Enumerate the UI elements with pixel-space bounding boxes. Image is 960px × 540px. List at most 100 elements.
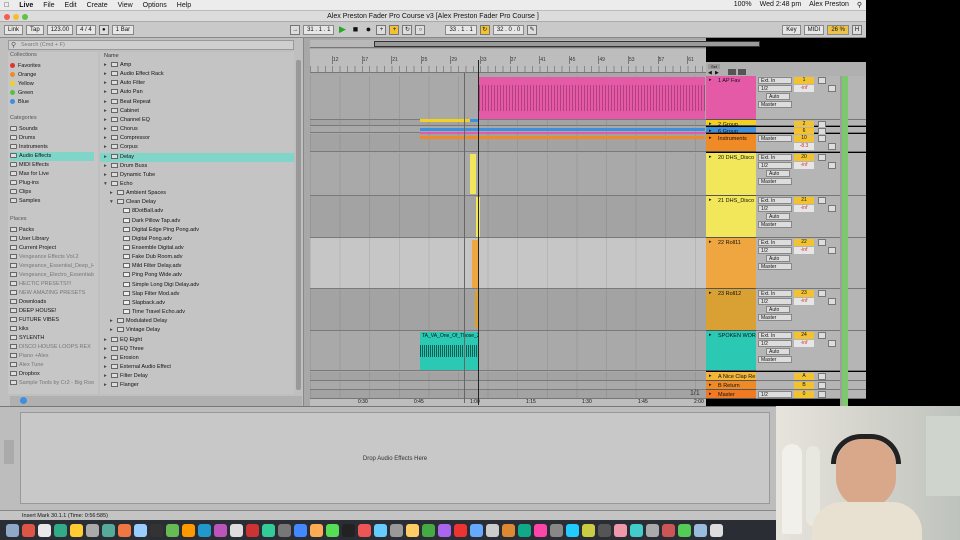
place-downloads[interactable]: Downloads xyxy=(10,298,94,307)
track-header-20-dhs-disco[interactable]: ▸ 20 DHS_Disco xyxy=(706,153,756,196)
browser-item-dark-pillow-tap-adv[interactable]: Dark Pillow Tap.adv xyxy=(116,217,180,226)
track-header-instruments[interactable]: ▸ Instruments xyxy=(706,134,756,152)
browser-item-slap-filter-mod-adv[interactable]: Slap Filter Mod.adv xyxy=(116,290,179,299)
category-drums[interactable]: Drums xyxy=(10,134,94,143)
dock-app-icon[interactable] xyxy=(246,523,259,537)
browser-search-input[interactable]: Search (Cmd + F) xyxy=(8,40,294,50)
menu-edit[interactable]: Edit xyxy=(65,2,77,9)
volume-field[interactable]: -inf xyxy=(794,205,814,212)
arm-button[interactable] xyxy=(828,162,836,169)
output-select[interactable]: Master xyxy=(758,263,792,270)
chevron-right-icon[interactable]: ▸ xyxy=(104,171,111,180)
record-button[interactable]: ● xyxy=(363,24,373,35)
track-activator-button[interactable]: B xyxy=(794,382,814,389)
dock-app-icon[interactable] xyxy=(534,523,547,537)
volume-field[interactable]: -inf xyxy=(794,298,814,305)
menu-file[interactable]: File xyxy=(43,2,54,9)
browser-item-ping-pong-wide-adv[interactable]: Ping Pong Wide.adv xyxy=(116,271,182,280)
place-piano-alex[interactable]: Piano +Alex xyxy=(10,352,94,361)
place-kiks[interactable]: kiks xyxy=(10,325,94,334)
collection-yellow[interactable]: Yellow xyxy=(10,80,94,89)
track-fold-icon[interactable]: ▸ xyxy=(709,197,712,203)
output-select[interactable]: Master xyxy=(758,314,792,321)
close-window-icon[interactable] xyxy=(4,14,10,20)
browser-item-auto-filter[interactable]: ▸ Auto Filter xyxy=(104,79,145,88)
browser-item-vintage-delay[interactable]: ▸ Vintage Delay xyxy=(110,326,160,335)
reenable-automation-icon[interactable]: ↻ xyxy=(402,24,413,35)
track-lane-20-dhs-disco[interactable] xyxy=(310,153,706,196)
search-icon[interactable]: ⚲ xyxy=(857,1,862,9)
track-activator-button[interactable]: 21 xyxy=(794,197,814,204)
browser-item-digital-pong-adv[interactable]: Digital Pong.adv xyxy=(116,235,172,244)
volume-field[interactable]: -inf xyxy=(794,247,814,254)
key-map-button[interactable]: Key xyxy=(782,24,801,35)
dock-app-icon[interactable] xyxy=(70,523,83,537)
category-clips[interactable]: Clips xyxy=(10,188,94,197)
track-activator-button[interactable]: 23 xyxy=(794,290,814,297)
dock-app-icon[interactable] xyxy=(486,523,499,537)
chevron-right-icon[interactable]: ▸ xyxy=(104,88,111,97)
input-channel-select[interactable]: 1/2 xyxy=(758,298,792,305)
place-vengeance-effects-vol-2[interactable]: Vengeance Effects Vol.2 xyxy=(10,253,94,262)
track-header-21-dhs-disco[interactable]: ▸ 21 DHS_Disco xyxy=(706,196,756,238)
track-name[interactable]: 1 AP Fav xyxy=(718,78,740,84)
track-activator-button[interactable]: 22 xyxy=(794,239,814,246)
dock-app-icon[interactable] xyxy=(22,523,35,537)
dock-app-icon[interactable] xyxy=(326,523,339,537)
fold-icon[interactable] xyxy=(728,69,736,75)
input-channel-select[interactable]: 1/2 xyxy=(758,85,792,92)
dock-app-icon[interactable] xyxy=(582,523,595,537)
dock-app-icon[interactable] xyxy=(38,523,51,537)
track-fold-icon[interactable]: ▸ xyxy=(709,373,712,379)
collection-green[interactable]: Green xyxy=(10,89,94,98)
chevron-right-icon[interactable]: ▸ xyxy=(104,381,111,390)
dock-app-icon[interactable] xyxy=(662,523,675,537)
browser-item-ensemble-digital-adv[interactable]: Ensemble Digital.adv xyxy=(116,244,184,253)
browser-item-ambient-spaces[interactable]: ▸ Ambient Spaces xyxy=(110,189,166,198)
browser-item-clean-delay[interactable]: ▾ Clean Delay xyxy=(110,198,156,207)
chevron-right-icon[interactable]: ▸ xyxy=(104,70,111,79)
arm-button[interactable] xyxy=(828,340,836,347)
dock-app-icon[interactable] xyxy=(694,523,707,537)
track-name[interactable]: 23 Roll12 xyxy=(718,291,741,297)
solo-button[interactable] xyxy=(818,373,826,380)
browser-item-echo[interactable]: ▾ Echo xyxy=(104,180,133,189)
play-button[interactable]: ▶ xyxy=(337,24,347,35)
browser-item-simple-long-digi-delay-adv[interactable]: Simple Long Digi Delay.adv xyxy=(116,281,199,290)
place-sylenth[interactable]: SYLENTH xyxy=(10,334,94,343)
track-name[interactable]: 22 Roll11 xyxy=(718,240,741,246)
track-header-2-group[interactable]: ▸ 2 Group xyxy=(706,120,756,128)
unfold-icon[interactable] xyxy=(738,69,746,75)
menu-help[interactable]: Help xyxy=(177,2,191,9)
track-lane-a-nice-clap-re[interactable] xyxy=(310,372,706,381)
dock-app-icon[interactable] xyxy=(470,523,483,537)
clip-group-6-lane[interactable] xyxy=(420,132,705,134)
chevron-right-icon[interactable]: ▸ xyxy=(104,162,111,171)
info-icon[interactable] xyxy=(20,397,27,404)
browser-item-corpus[interactable]: ▸ Corpus xyxy=(104,143,138,152)
place-packs[interactable]: Packs xyxy=(10,226,94,235)
dock-app-icon[interactable] xyxy=(102,523,115,537)
dock-app-icon[interactable] xyxy=(310,523,323,537)
place-user-library[interactable]: User Library xyxy=(10,235,94,244)
dock-app-icon[interactable] xyxy=(214,523,227,537)
dock-app-icon[interactable] xyxy=(278,523,291,537)
browser-item-chorus[interactable]: ▸ Chorus xyxy=(104,125,138,134)
input-type-select[interactable]: Ext. In xyxy=(758,332,792,339)
loop-length-field[interactable]: 32 . 0 . 0 xyxy=(492,24,525,35)
chevron-down-icon[interactable]: ▾ xyxy=(104,180,111,189)
category-instruments[interactable]: Instruments xyxy=(10,143,94,152)
track-header-spoken-word[interactable]: ▸ SPOKEN WORD xyxy=(706,331,760,371)
track-lane-23-roll12[interactable] xyxy=(310,289,706,331)
dock-app-icon[interactable] xyxy=(6,523,19,537)
monitor-auto-button[interactable]: Auto xyxy=(766,306,790,313)
browser-item-fake-dub-room-adv[interactable]: Fake Dub Room.adv xyxy=(116,253,182,262)
track-header-b-return[interactable]: ▸ B Return xyxy=(706,381,756,390)
browser-item-eq-eight[interactable]: ▸ EQ Eight xyxy=(104,336,142,345)
browser-item-flanger[interactable]: ▸ Flanger xyxy=(104,381,139,390)
browser-item-external-audio-effect[interactable]: ▸ External Audio Effect xyxy=(104,363,171,372)
track-fold-icon[interactable]: ▸ xyxy=(709,239,712,245)
dock-app-icon[interactable] xyxy=(710,523,723,537)
overview-viewport[interactable] xyxy=(374,41,760,47)
track-lane-spoken-word[interactable] xyxy=(310,331,706,371)
